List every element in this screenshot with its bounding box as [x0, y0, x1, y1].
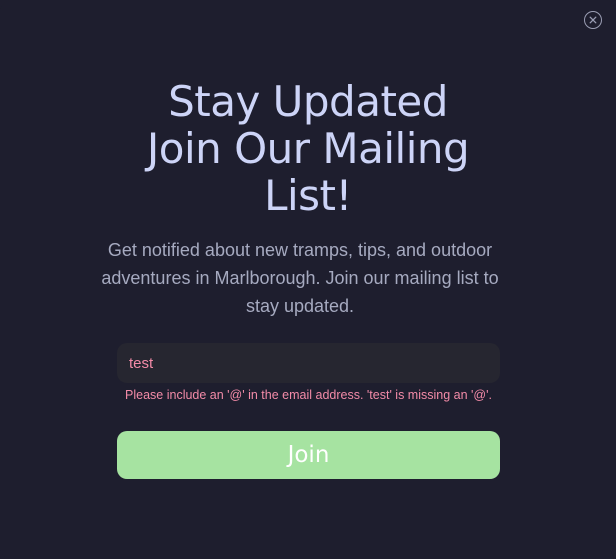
close-icon: [589, 16, 597, 24]
close-button[interactable]: [584, 11, 602, 29]
modal-title: Stay Updated Join Our Mailing List!: [60, 78, 556, 219]
modal-description: Get notified about new tramps, tips, and…: [101, 240, 499, 316]
title-line-3: List!: [264, 171, 352, 220]
title-line-2: Join Our Mailing: [146, 124, 470, 173]
title-line-1: Stay Updated: [168, 77, 448, 126]
join-button[interactable]: Join: [117, 431, 500, 479]
email-input[interactable]: [117, 343, 500, 383]
mailing-list-modal: Stay Updated Join Our Mailing List! Get …: [0, 0, 616, 559]
email-validation-message: Please include an '@' in the email addre…: [125, 388, 492, 402]
